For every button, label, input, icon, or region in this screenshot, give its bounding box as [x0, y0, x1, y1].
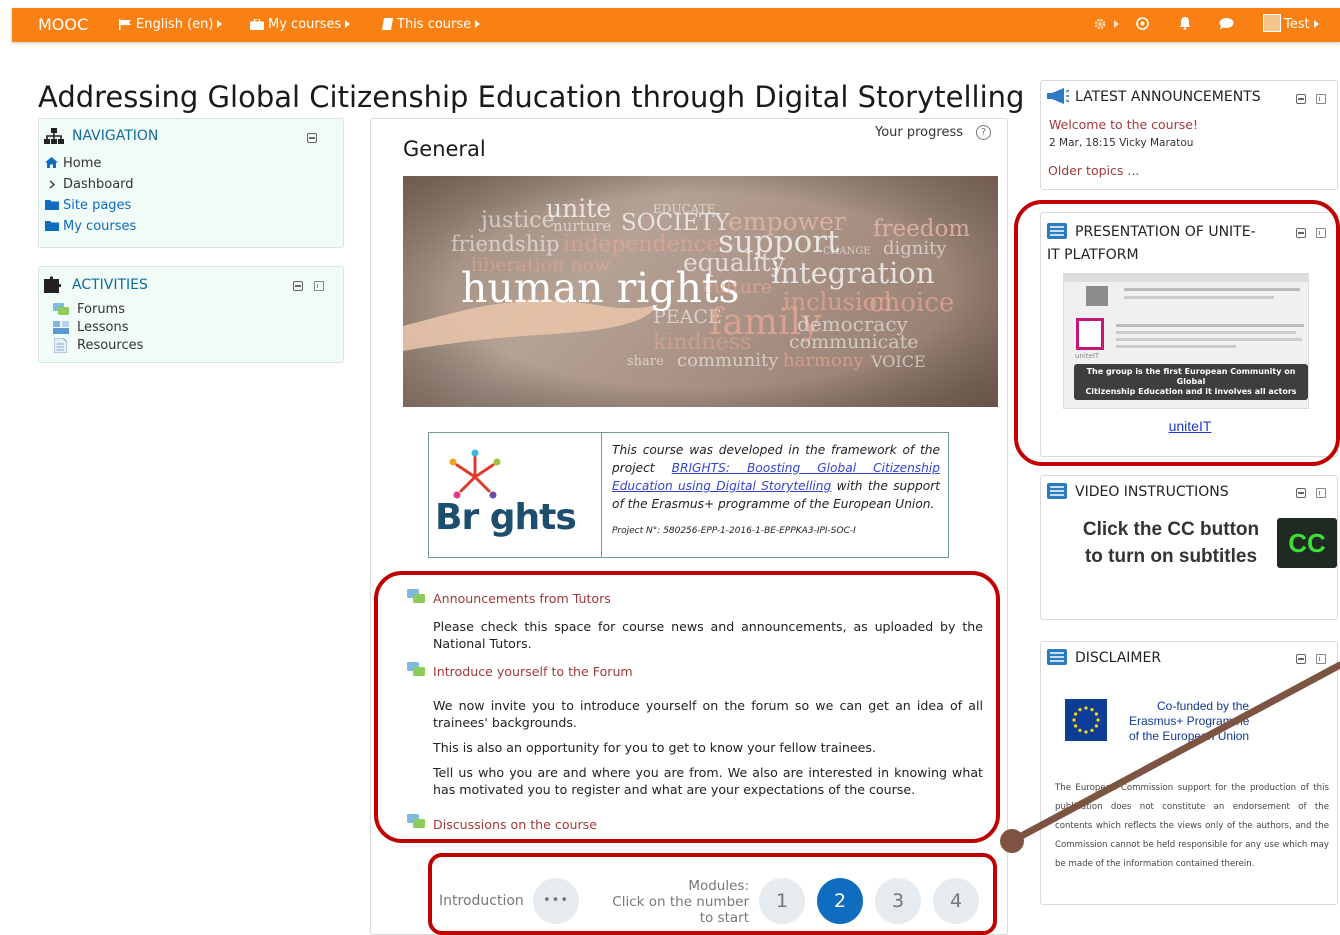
annotation-pointer — [1000, 661, 1340, 853]
